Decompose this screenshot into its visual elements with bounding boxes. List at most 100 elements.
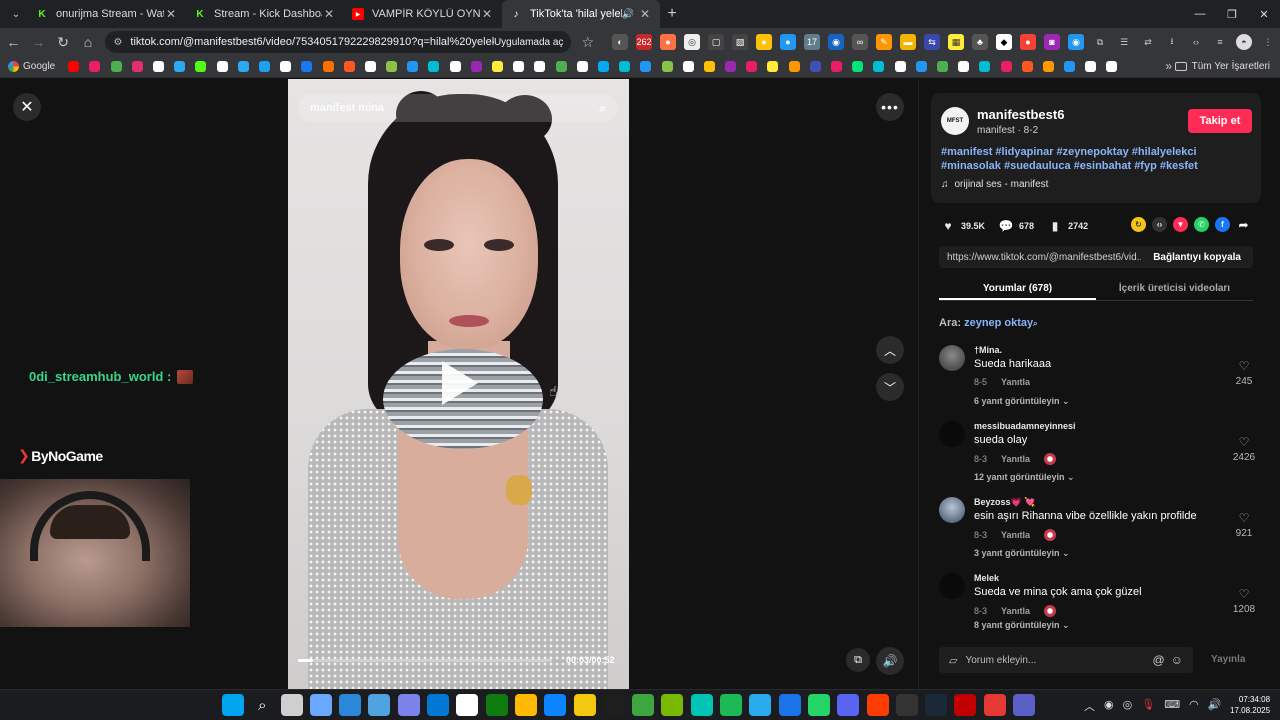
reply-button[interactable]: Yanıtla xyxy=(1001,530,1030,540)
taskbar-app-icon[interactable] xyxy=(397,694,420,716)
extension-icon[interactable]: ⇆ xyxy=(924,34,940,50)
bookmark-favicon-icon[interactable] xyxy=(915,61,927,72)
bookmark-favicon-icon[interactable] xyxy=(280,61,292,72)
bookmark-favicon-icon[interactable] xyxy=(936,61,948,72)
taskbar-app-icon[interactable] xyxy=(895,694,918,716)
extension-icon[interactable]: ▢ xyxy=(708,34,724,50)
bookmark-favicon-icon[interactable] xyxy=(174,61,186,72)
bookmark-star-icon[interactable]: ☆ xyxy=(581,34,594,51)
bookmark-favicon-icon[interactable] xyxy=(513,61,525,72)
bookmark-favicon-icon[interactable] xyxy=(364,61,376,72)
bookmark-favicon-icon[interactable] xyxy=(492,61,503,72)
taskbar-app-icon[interactable] xyxy=(514,694,537,716)
taskbar-app-icon[interactable] xyxy=(280,694,303,716)
taskbar-app-icon[interactable] xyxy=(954,694,977,716)
bookmark-google[interactable]: Google xyxy=(8,61,55,72)
post-hashtags[interactable]: #manifest #lidyapinar #zeynepoktay #hila… xyxy=(941,145,1253,173)
taskbar-app-icon[interactable] xyxy=(632,694,655,716)
extension-icon[interactable]: 17 xyxy=(804,34,820,50)
microphone-icon[interactable]: 🎙 xyxy=(1141,698,1155,714)
bookmark-favicon-icon[interactable] xyxy=(131,61,143,72)
bookmark-favicon-icon[interactable] xyxy=(597,61,609,72)
play-icon[interactable] xyxy=(442,361,478,405)
browser-tab-4[interactable]: ♪ TikTok'ta 'hilal yelekci' bulu 🔊 ✕ xyxy=(502,0,660,28)
bookmark-favicon-icon[interactable] xyxy=(237,61,249,72)
bookmark-favicon-icon[interactable] xyxy=(619,61,631,72)
tab-search-icon[interactable]: ⌄ xyxy=(4,2,28,26)
comment-username[interactable]: messibuadamneyinnesi xyxy=(974,421,1076,431)
bookmark-favicon-icon[interactable] xyxy=(1000,61,1012,72)
network-icon[interactable]: ◎ xyxy=(1123,698,1133,714)
author-name[interactable]: manifestbest6 xyxy=(977,107,1064,122)
close-tab-icon[interactable]: ✕ xyxy=(164,7,178,21)
share-link-url[interactable]: https://www.tiktok.com/@manifestbest6/vi… xyxy=(939,252,1141,263)
browser-tab-2[interactable]: K Stream - Kick Dashboard ✕ xyxy=(186,0,344,28)
video-player[interactable]: manifest mina ⌕ ☝ 00:03/00:52 xyxy=(288,79,629,689)
facebook-icon[interactable]: f xyxy=(1215,217,1230,232)
browser-tab-1[interactable]: K onurijma Stream - Watch Live on ✕ xyxy=(28,0,186,28)
wifi-icon[interactable]: ◠ xyxy=(1189,698,1199,714)
site-info-icon[interactable]: ⚙ xyxy=(113,37,122,48)
extension-icon[interactable]: ◎ xyxy=(684,34,700,50)
bookmark-favicon-icon[interactable] xyxy=(746,61,758,72)
address-bar[interactable]: ⚙ tiktok.com/@manifestbest6/video/753405… xyxy=(105,31,572,53)
bookmark-favicon-icon[interactable] xyxy=(153,61,164,72)
bookmark-favicon-icon[interactable] xyxy=(322,61,334,72)
extension-icon[interactable]: ∞ xyxy=(852,34,868,50)
reply-button[interactable]: Yanıtla xyxy=(1001,606,1030,616)
bookmark-favicon-icon[interactable] xyxy=(407,61,419,72)
taskbar-app-icon[interactable] xyxy=(456,694,479,716)
avatar[interactable] xyxy=(939,345,965,371)
bookmark-favicon-icon[interactable] xyxy=(661,61,673,72)
bookmark-favicon-icon[interactable] xyxy=(682,61,694,72)
bookmark-favicon-icon[interactable] xyxy=(1064,61,1076,72)
restore-icon[interactable]: ❐ xyxy=(1216,0,1248,28)
extension-icon[interactable]: ◙ xyxy=(1044,34,1060,50)
view-replies-button[interactable]: 3 yanıt görüntüleyin ⌄ xyxy=(974,548,1070,559)
close-icon[interactable]: ✕ xyxy=(13,93,41,121)
close-window-icon[interactable]: ✕ xyxy=(1248,0,1280,28)
emoji-icon[interactable]: ☺ xyxy=(1171,653,1183,667)
volume-icon[interactable]: 🔊 xyxy=(876,647,904,675)
comment-like-button[interactable]: ♡ 921 xyxy=(1229,511,1259,539)
open-in-app-chip[interactable]: Uygulamada aç xyxy=(494,37,563,48)
bookmark-favicon-icon[interactable] xyxy=(831,61,842,72)
view-replies-button[interactable]: 6 yanıt görüntüleyin ⌄ xyxy=(974,396,1070,407)
comment-button[interactable]: 💬 678 xyxy=(999,219,1035,233)
extension-icon[interactable]: ● xyxy=(1020,34,1036,50)
close-tab-icon[interactable]: ✕ xyxy=(480,7,494,21)
comment-username[interactable]: Melek xyxy=(974,573,999,583)
bookmark-favicon-icon[interactable] xyxy=(788,61,800,72)
taskbar-app-icon[interactable] xyxy=(1013,694,1036,716)
mention-icon[interactable]: @ xyxy=(1153,653,1165,667)
bookmark-favicon-icon[interactable] xyxy=(216,61,228,72)
taskbar-app-icon[interactable] xyxy=(749,694,772,716)
view-replies-button[interactable]: 12 yanıt görüntüleyin ⌄ xyxy=(974,472,1075,483)
bookmark-favicon-icon[interactable] xyxy=(89,61,101,72)
avatar[interactable] xyxy=(939,421,965,447)
extension-icon[interactable]: ▬ xyxy=(900,34,916,50)
author-avatar[interactable]: MFST xyxy=(941,107,969,135)
close-tab-icon[interactable]: ✕ xyxy=(638,7,652,21)
share-arrow-icon[interactable]: ➦ xyxy=(1236,217,1251,232)
taskbar-app-icon[interactable] xyxy=(339,694,362,716)
extension-icon[interactable]: ◉ xyxy=(1068,34,1084,50)
keyboard-icon[interactable]: ⌨ xyxy=(1164,698,1180,714)
bookmark-favicon-icon[interactable] xyxy=(1085,61,1097,72)
start-icon[interactable] xyxy=(222,694,244,716)
extensions-puzzle-icon[interactable]: ⧉ xyxy=(1092,34,1108,50)
taskbar-app-icon[interactable] xyxy=(309,694,332,716)
comment-like-button[interactable]: ♡ 2426 xyxy=(1229,435,1259,463)
all-bookmarks-folder[interactable]: Tüm Yer İşaretleri xyxy=(1174,61,1270,72)
comment-username[interactable]: Beyzoss💗 💘 xyxy=(974,497,1035,508)
bookmark-favicon-icon[interactable] xyxy=(703,61,715,72)
download-icon[interactable]: ⭳ xyxy=(1164,34,1180,50)
tray-app-icon[interactable]: ◉ xyxy=(1104,698,1114,714)
extension-icon[interactable]: ♣ xyxy=(972,34,988,50)
bookmark-favicon-icon[interactable] xyxy=(343,61,355,72)
bookmark-favicon-icon[interactable] xyxy=(1106,61,1118,72)
profile-icon[interactable]: ◓ xyxy=(1236,34,1252,50)
bookmark-favicon-icon[interactable] xyxy=(873,61,885,72)
copy-link-button[interactable]: Bağlantıyı kopyala xyxy=(1141,252,1253,263)
extension-icon[interactable]: ◉ xyxy=(828,34,844,50)
